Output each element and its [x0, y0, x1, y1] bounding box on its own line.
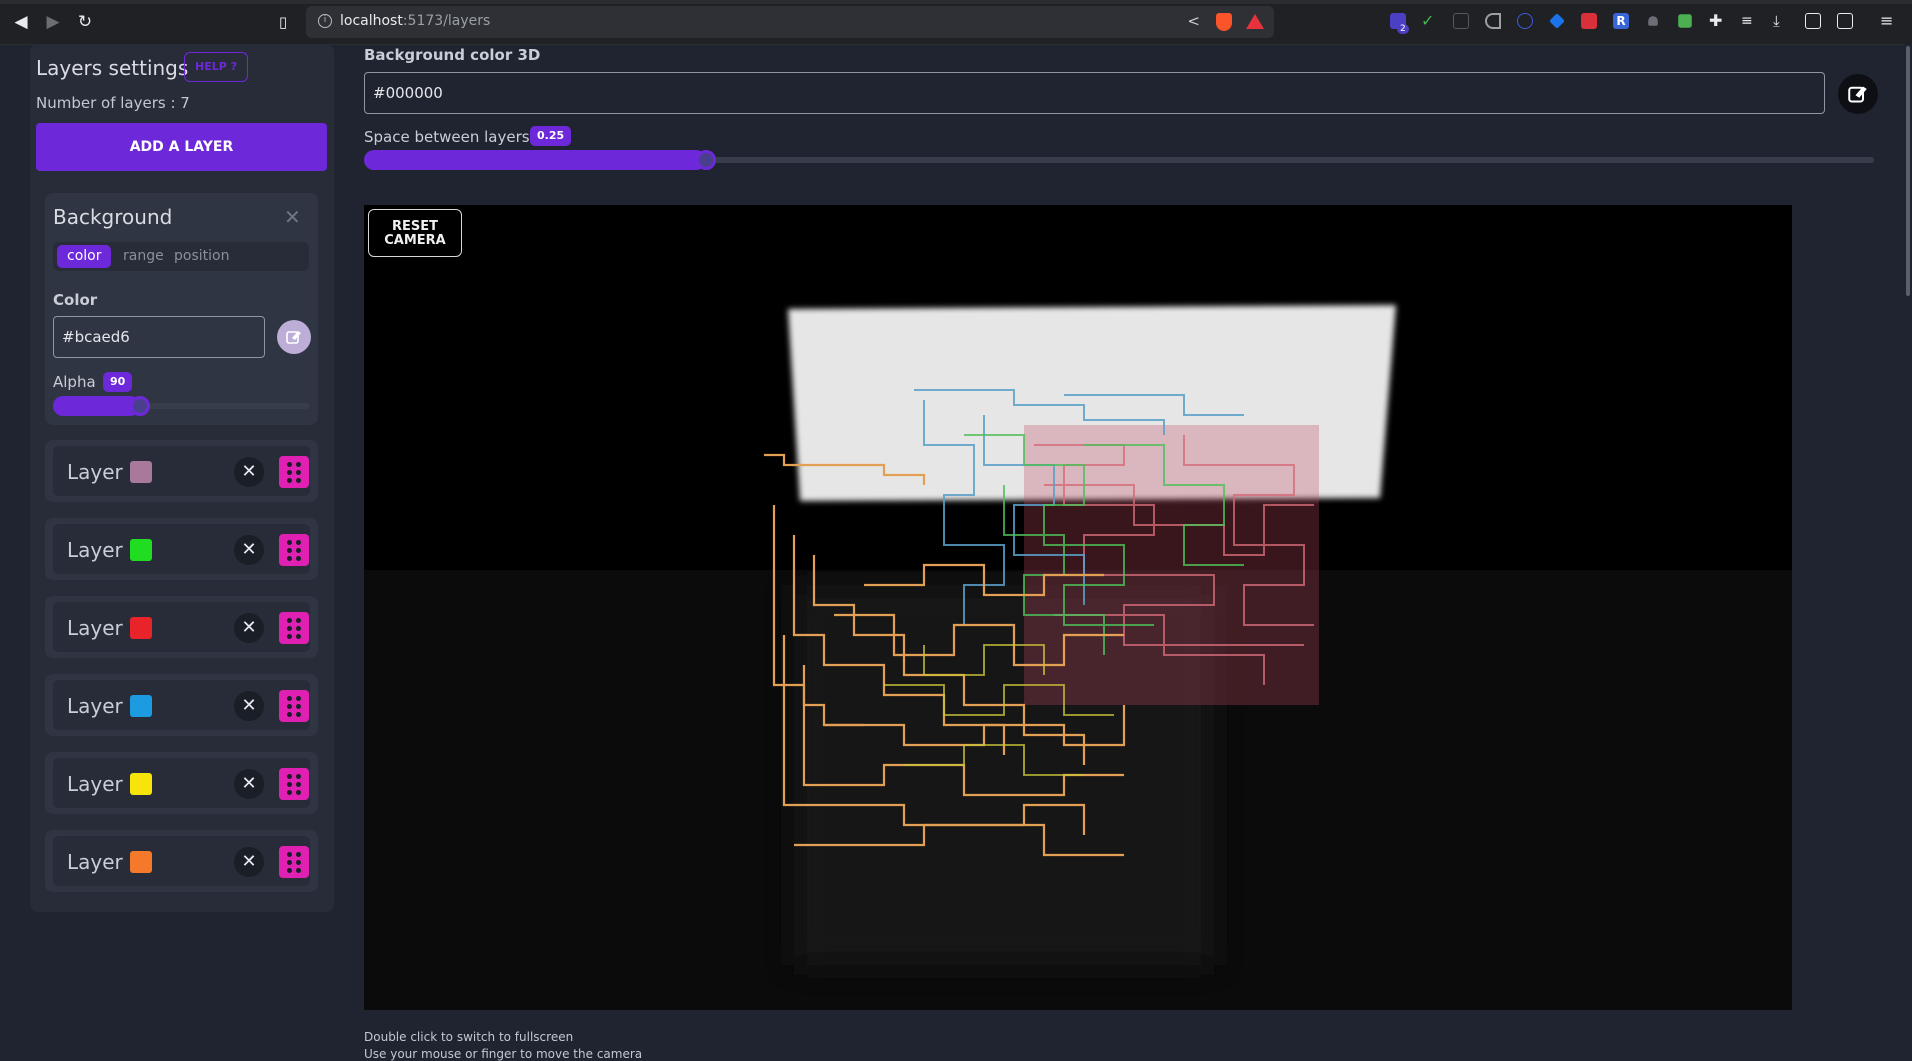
layer-color-swatch[interactable] [130, 695, 152, 717]
forward-icon[interactable]: ▶ [42, 11, 64, 33]
extension-badge: 2 [1397, 24, 1409, 34]
sidebar-toggle-icon[interactable] [1805, 13, 1821, 29]
layer-stack-render [764, 305, 1396, 965]
tag-extension-icon[interactable] [1549, 13, 1565, 29]
layer-color-swatch[interactable] [130, 851, 152, 873]
layer-card-body: Layer 4 ✕ [53, 680, 310, 730]
red-extension-icon[interactable] [1581, 13, 1597, 29]
site-info-icon[interactable]: i [318, 14, 332, 28]
reset-camera-line2: CAMERA [384, 233, 446, 248]
green-extension-icon[interactable] [1678, 14, 1692, 28]
delete-layer-icon[interactable]: ✕ [234, 535, 264, 565]
drag-handle-icon[interactable] [279, 534, 309, 566]
layer-card-body: Layer 6 ✕ [53, 836, 310, 886]
layer-card[interactable]: Layer 2 ✕ [45, 596, 318, 658]
drag-handle-icon[interactable] [279, 846, 309, 878]
delete-layer-icon[interactable]: ✕ [234, 691, 264, 721]
space-slider-thumb[interactable] [696, 150, 717, 170]
layer-card-body: Layer 5 ✕ [53, 758, 310, 808]
back-icon[interactable]: ◀ [10, 11, 32, 33]
tab-strip [0, 0, 1912, 4]
alpha-slider-fill [53, 396, 140, 416]
bookmark-icon[interactable]: ▯ [272, 11, 294, 33]
reading-list-icon[interactable]: ≡ [1741, 13, 1757, 29]
layer-card-body: Layer 7 ✕ [53, 524, 310, 574]
background-tabs: color range position [53, 242, 309, 271]
layer-color-swatch[interactable] [130, 539, 152, 561]
layer-card-body: Layer 1 ✕ [53, 446, 310, 496]
url-text[interactable]: localhost:5173/layers [340, 13, 490, 29]
brave-shields-icon[interactable] [1216, 13, 1232, 31]
add-layer-button[interactable]: ADD A LAYER [36, 123, 327, 171]
reset-camera-button[interactable]: RESET CAMERA [368, 209, 462, 257]
background-card-title: Background [53, 205, 173, 229]
layer-card[interactable]: Layer 6 ✕ [45, 830, 318, 892]
layer-pattern-pink [1024, 425, 1319, 705]
share-icon[interactable]: < [1187, 12, 1200, 30]
color-label: Color [53, 291, 98, 309]
layer-card-body: Layer 2 ✕ [53, 602, 310, 652]
layer-card[interactable]: Layer 7 ✕ [45, 518, 318, 580]
background-color-picker-button[interactable] [277, 320, 311, 354]
fullscreen-hint: Double click to switch to fullscreen [364, 1030, 574, 1044]
browser-toolbar: ◀ ▶ ↻ ▯ i localhost:5173/layers < 2 ✓ R … [0, 0, 1912, 45]
palette-icon [1848, 86, 1867, 103]
drag-handle-icon[interactable] [279, 612, 309, 644]
background-3d-picker-button[interactable] [1838, 74, 1878, 114]
check-extension-icon[interactable]: ✓ [1421, 13, 1437, 29]
c-extension-icon[interactable] [1485, 13, 1501, 29]
background-3d-input[interactable] [364, 72, 1825, 114]
circle-extension-icon[interactable] [1517, 13, 1533, 29]
url-host: localhost [340, 13, 403, 29]
layer-color-swatch[interactable] [130, 461, 152, 483]
layer-card[interactable]: Layer 5 ✕ [45, 752, 318, 814]
alpha-slider-thumb[interactable] [129, 396, 150, 416]
layer-count: Number of layers : 7 [36, 94, 190, 112]
alpha-value-badge: 90 [103, 372, 133, 392]
close-icon[interactable]: ✕ [284, 205, 301, 229]
download-icon[interactable]: ⤓ [1773, 13, 1789, 29]
puzzle-icon[interactable]: ✚ [1709, 13, 1725, 29]
space-slider-fill [364, 150, 707, 170]
tab-color[interactable]: color [57, 245, 112, 268]
person-extension-icon[interactable] [1648, 16, 1658, 26]
scrollbar-thumb[interactable] [1906, 46, 1910, 296]
space-between-layers-label: Space between layers [364, 128, 530, 146]
layer-card[interactable]: Layer 1 ✕ [45, 440, 318, 502]
tab-position[interactable]: position [164, 245, 239, 268]
r-extension-icon[interactable]: R [1613, 13, 1629, 29]
delete-layer-icon[interactable]: ✕ [234, 457, 264, 487]
3d-viewport[interactable]: RESET CAMERA [364, 205, 1792, 1010]
reload-icon[interactable]: ↻ [74, 11, 96, 33]
reset-camera-line1: RESET [391, 219, 438, 234]
layer-color-swatch[interactable] [130, 617, 152, 639]
wallet-icon[interactable] [1837, 13, 1853, 29]
grid-extension-icon[interactable] [1453, 13, 1469, 29]
menu-icon[interactable]: ≡ [1880, 13, 1896, 29]
drag-handle-icon[interactable] [279, 456, 309, 488]
background-3d-label: Background color 3D [364, 46, 541, 64]
drag-handle-icon[interactable] [279, 768, 309, 800]
url-path: :5173/layers [402, 13, 491, 29]
help-button[interactable]: HELP ? [184, 52, 248, 82]
background-color-input[interactable] [53, 316, 265, 358]
brave-rewards-icon[interactable] [1246, 14, 1264, 29]
camera-hint: Use your mouse or finger to move the cam… [364, 1047, 643, 1061]
layer-color-swatch[interactable] [130, 773, 152, 795]
delete-layer-icon[interactable]: ✕ [234, 613, 264, 643]
address-bar[interactable]: i localhost:5173/layers < [306, 6, 1274, 38]
palette-icon [286, 331, 301, 344]
delete-layer-icon[interactable]: ✕ [234, 847, 264, 877]
delete-layer-icon[interactable]: ✕ [234, 769, 264, 799]
space-value-badge: 0.25 [530, 126, 572, 146]
panel-title: Layers settings [36, 56, 189, 80]
alpha-label: Alpha [53, 373, 96, 391]
drag-handle-icon[interactable] [279, 690, 309, 722]
layer-card[interactable]: Layer 4 ✕ [45, 674, 318, 736]
